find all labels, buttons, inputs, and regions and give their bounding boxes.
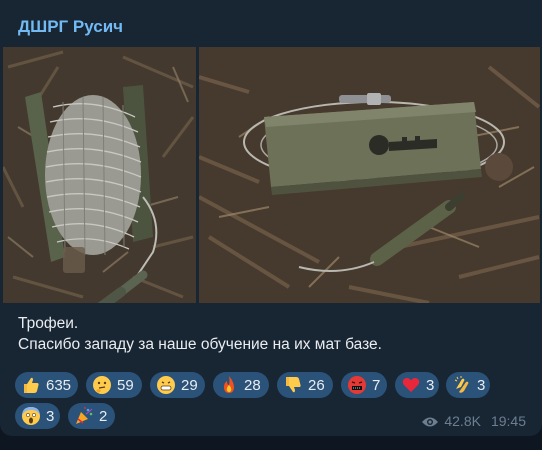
reaction-count: 3 xyxy=(477,376,486,394)
reaction-count: 2 xyxy=(99,407,108,425)
eye-icon xyxy=(421,415,439,427)
thumbs-up-icon xyxy=(21,375,41,395)
fire-icon xyxy=(219,375,239,395)
message-meta: 42.8K 19:45 xyxy=(421,413,526,429)
reaction-count: 28 xyxy=(244,376,261,394)
reaction-count: 635 xyxy=(46,376,72,394)
channel-name[interactable]: ДШРГ Русич xyxy=(18,17,123,37)
reaction-party[interactable]: 2 xyxy=(68,403,115,429)
reaction-count: 29 xyxy=(181,376,198,394)
thinking-face-icon xyxy=(92,375,112,395)
party-popper-icon xyxy=(74,406,94,426)
caption-line-1: Трофеи. xyxy=(18,315,79,332)
swearing-face-icon xyxy=(347,375,367,395)
reaction-thinking[interactable]: 59 xyxy=(86,372,142,398)
caption-line-2: Спасибо западу за наше обучение на их ма… xyxy=(18,336,382,353)
reaction-clap[interactable]: 3 xyxy=(446,372,490,398)
red-heart-icon xyxy=(401,375,421,395)
photo-cable-reel[interactable] xyxy=(3,47,196,303)
clapping-hands-icon xyxy=(452,375,472,395)
view-count: 42.8K xyxy=(444,413,481,429)
reaction-count: 3 xyxy=(46,407,55,425)
screaming-face-icon xyxy=(21,406,41,426)
message-caption: Трофеи. Спасибо западу за наше обучение … xyxy=(18,313,528,355)
grinning-face-icon xyxy=(156,375,176,395)
reaction-grin[interactable]: 29 xyxy=(150,372,205,398)
reaction-fire[interactable]: 28 xyxy=(213,372,269,398)
reaction-count: 59 xyxy=(117,376,134,394)
message-time: 19:45 xyxy=(490,413,526,429)
reaction-count: 7 xyxy=(372,376,381,394)
reaction-heart[interactable]: 3 xyxy=(395,372,439,398)
thumbs-down-icon xyxy=(283,375,303,395)
message-bubble: ДШРГ Русич Трофеи. Спасибо западу за наш… xyxy=(0,0,542,436)
reaction-scream[interactable]: 3 xyxy=(15,403,60,429)
reaction-thumbs-up[interactable]: 635 xyxy=(15,372,78,398)
reaction-count: 26 xyxy=(308,376,325,394)
photo-case[interactable] xyxy=(199,47,540,303)
reaction-count: 3 xyxy=(426,376,435,394)
reaction-thumbs-down[interactable]: 26 xyxy=(277,372,333,398)
reaction-swearing[interactable]: 7 xyxy=(341,372,387,398)
